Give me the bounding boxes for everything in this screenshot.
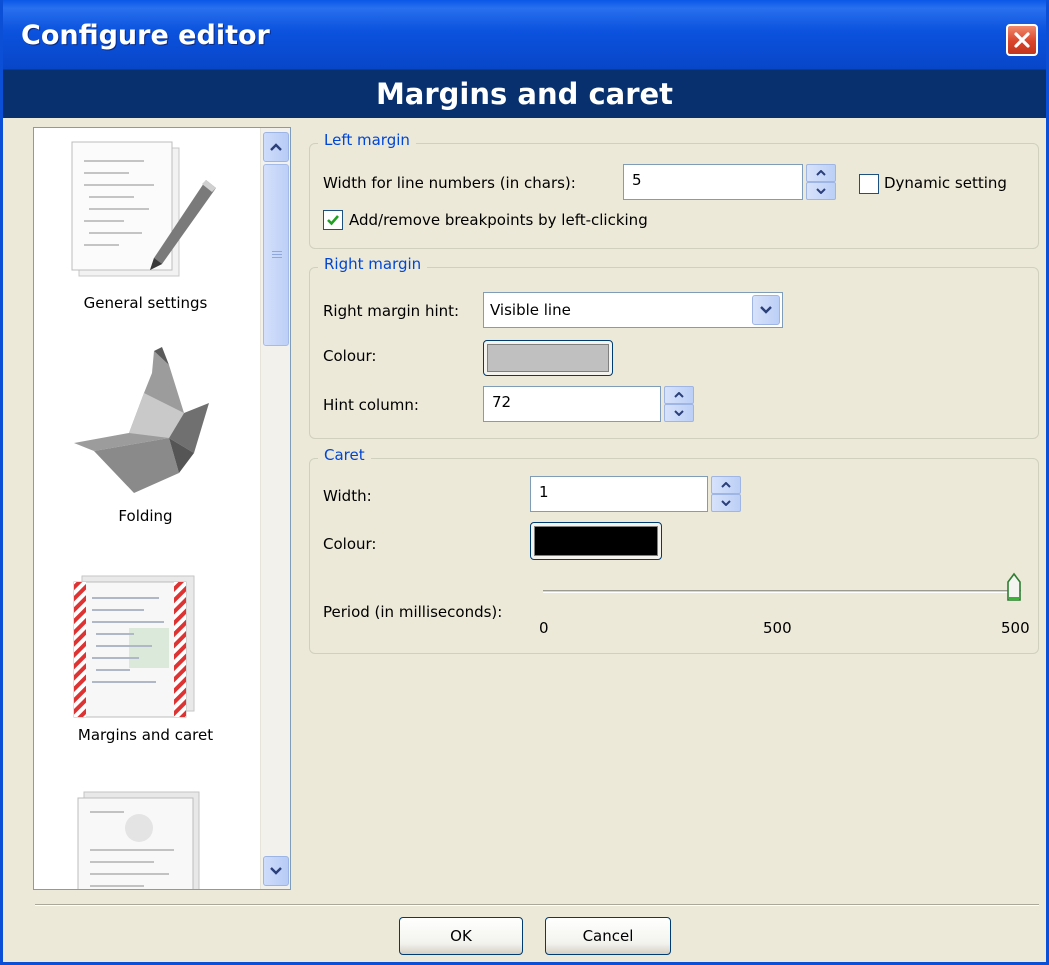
category-list[interactable]: General settings Folding Margins and car… [33, 127, 291, 890]
chevron-down-icon [721, 500, 731, 506]
dynamic-setting-checkbox[interactable] [859, 174, 879, 194]
category-label: General settings [83, 294, 208, 312]
scroll-up-button[interactable] [263, 132, 289, 162]
spin-down-button[interactable] [711, 494, 741, 512]
category-folding[interactable]: Folding [34, 343, 257, 525]
caret-width-label: Width: [323, 487, 372, 505]
category-document[interactable] [34, 788, 257, 889]
scroll-thumb[interactable] [263, 164, 289, 346]
chevron-down-icon [760, 306, 772, 314]
close-icon [1014, 32, 1030, 48]
close-button[interactable] [1006, 24, 1038, 56]
spin-down-button[interactable] [806, 182, 836, 200]
ok-button[interactable]: OK [399, 917, 523, 955]
title-bar[interactable]: Configure editor [3, 0, 1046, 70]
page-title: Margins and caret [375, 77, 674, 111]
cancel-button[interactable]: Cancel [545, 917, 671, 955]
line-number-width-label: Width for line numbers (in chars): [323, 174, 576, 192]
chevron-down-icon [816, 188, 826, 194]
category-label: Margins and caret [77, 726, 214, 744]
category-margins-caret[interactable]: Margins and caret [34, 568, 257, 744]
chevron-down-icon [674, 410, 684, 416]
chevron-up-icon [721, 482, 731, 488]
group-legend: Left margin [318, 131, 416, 149]
page-header: Margins and caret [3, 70, 1046, 118]
hint-column-input[interactable]: 72 [483, 386, 661, 422]
margins-caret-icon [73, 575, 195, 718]
caret-period-slider[interactable] [543, 590, 1021, 593]
folding-icon [74, 347, 209, 493]
divider [35, 904, 1039, 906]
right-margin-colour-label: Colour: [323, 347, 377, 365]
hint-column-stepper[interactable] [664, 386, 694, 422]
chevron-down-icon [270, 867, 282, 875]
slider-max-label: 500 [1001, 619, 1030, 637]
caret-colour-button[interactable] [530, 522, 662, 560]
spin-down-button[interactable] [664, 404, 694, 422]
right-margin-hint-label: Right margin hint: [323, 302, 460, 320]
caret-period-label: Period (in milliseconds): [323, 603, 503, 621]
window-title: Configure editor [21, 20, 270, 51]
general-settings-icon [71, 141, 216, 277]
caret-width-stepper[interactable] [711, 476, 741, 512]
slider-min-label: 0 [539, 619, 549, 637]
configure-editor-dialog: Configure editor Margins and caret Gener… [0, 0, 1049, 965]
chevron-up-icon [270, 143, 282, 151]
caret-width-input[interactable]: 1 [530, 476, 708, 512]
spin-up-button[interactable] [711, 476, 741, 494]
breakpoints-checkbox[interactable] [323, 210, 343, 230]
line-number-width-input[interactable]: 5 [623, 164, 803, 200]
spin-up-button[interactable] [664, 386, 694, 404]
checkmark-icon [327, 215, 339, 226]
document-icon [77, 791, 200, 889]
select-value: Visible line [490, 301, 571, 319]
breakpoints-label: Add/remove breakpoints by left-clicking [349, 211, 648, 229]
slider-mid-label: 500 [763, 619, 792, 637]
colour-swatch [534, 526, 658, 556]
line-number-width-stepper[interactable] [806, 164, 836, 200]
dropdown-button[interactable] [752, 295, 780, 325]
dynamic-setting-label: Dynamic setting [884, 174, 1007, 192]
right-margin-colour-button[interactable] [483, 340, 613, 376]
category-general-settings[interactable]: General settings [34, 136, 257, 312]
colour-swatch [487, 344, 609, 372]
hint-column-label: Hint column: [323, 396, 419, 414]
category-label: Folding [118, 507, 173, 525]
group-legend: Right margin [318, 255, 428, 273]
scroll-down-button[interactable] [263, 856, 289, 886]
spin-up-button[interactable] [806, 164, 836, 182]
chevron-up-icon [674, 392, 684, 398]
caret-colour-label: Colour: [323, 535, 377, 553]
group-legend: Caret [318, 446, 371, 464]
right-margin-hint-select[interactable]: Visible line [483, 292, 783, 328]
category-scrollbar[interactable] [260, 128, 290, 889]
chevron-up-icon [816, 170, 826, 176]
slider-thumb[interactable] [1006, 572, 1022, 606]
